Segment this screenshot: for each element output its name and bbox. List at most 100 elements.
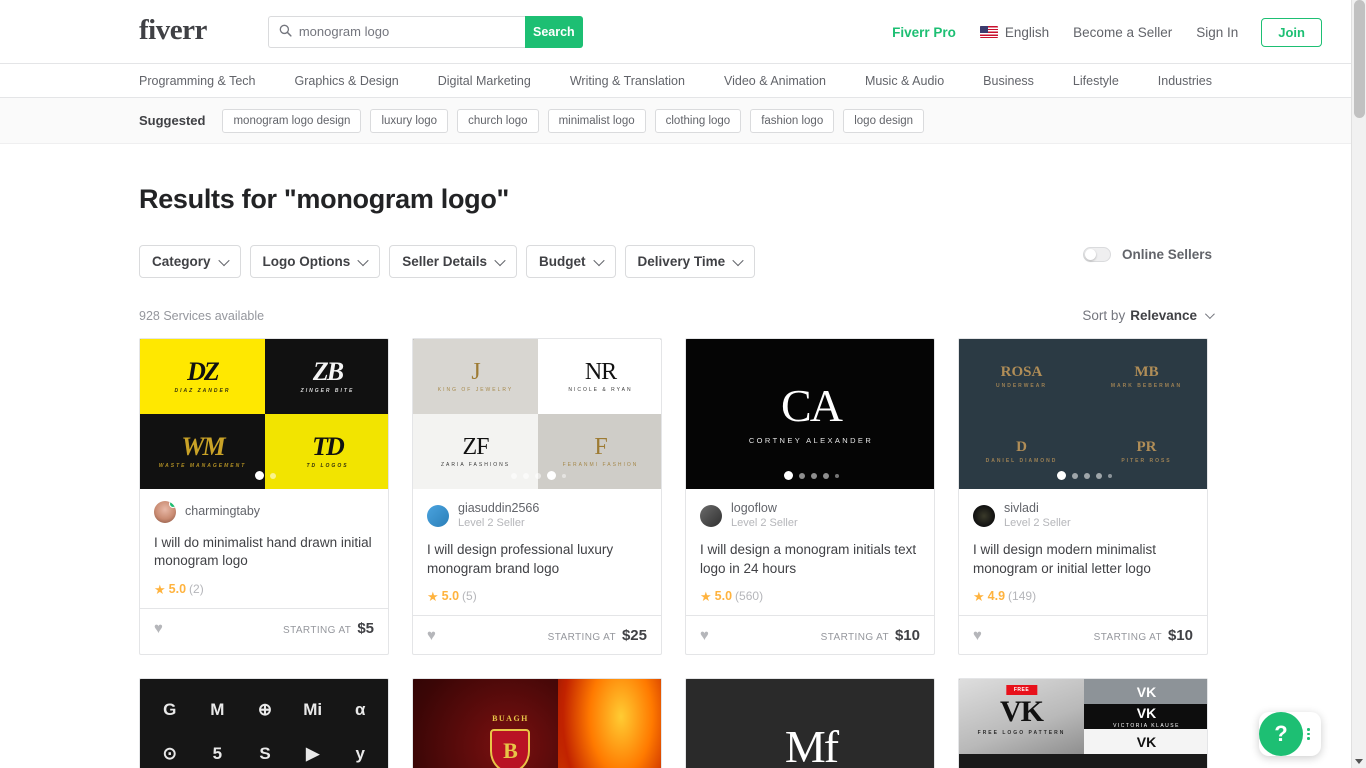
online-sellers-control[interactable]: Online Sellers [1082,247,1212,262]
gig-artwork: CA Cortney Alexander [686,339,934,489]
scroll-down-arrow-icon[interactable] [1355,759,1363,764]
fiverr-logo[interactable]: fiverr [139,15,207,48]
gig-seller-name[interactable]: charmingtaby [185,504,260,520]
carousel-dot[interactable] [1107,473,1112,478]
category-nav-item[interactable]: Business [983,74,1034,88]
carousel-dots[interactable] [413,471,661,480]
gig-seller-name[interactable]: giasuddin2566 [458,501,539,517]
carousel-dot[interactable] [269,472,276,479]
gig-card[interactable]: ROSA Underwear MB Mark Beberman D Daniel Diam… [958,338,1208,656]
gig-seller-name[interactable]: logoflow [731,501,798,517]
search-input-wrapper[interactable] [267,15,525,48]
gig-card[interactable]: VK Free Logo Pattern FREE VK VK Victoria Klau… [958,678,1208,768]
carousel-dot[interactable] [783,471,793,480]
carousel-dots[interactable] [686,471,934,480]
gig-artwork-mark: MfMillie or Faks [784,720,839,768]
gig-image-carousel[interactable]: DZ Diaz Zander ZB Zinger Bite WM Waste Manage… [140,339,388,489]
carousel-dot[interactable] [561,473,566,478]
category-nav-item[interactable]: Music & Audio [865,74,944,88]
gig-image-carousel[interactable]: GM⊕Miα⊙5S▶yPSBERVOBbCS [140,679,388,768]
carousel-dot[interactable] [510,472,517,479]
suggested-chip[interactable]: luxury logo [370,108,449,133]
carousel-dot[interactable] [1095,472,1102,479]
gig-seller[interactable]: charmingtaby [154,501,374,523]
gig-price-label: STARTING AT [1093,631,1162,643]
filter-button-category[interactable]: Category [139,245,241,278]
become-a-seller-link[interactable]: Become a Seller [1061,25,1184,40]
category-nav-item[interactable]: Programming & Tech [139,74,256,88]
suggested-chip[interactable]: clothing logo [654,108,742,133]
category-nav-item[interactable]: Video & Animation [724,74,826,88]
carousel-dot[interactable] [810,472,817,479]
carousel-dot[interactable] [1083,472,1090,479]
gig-title[interactable]: I will design a monogram initials text l… [700,541,920,578]
page-scrollbar[interactable] [1351,0,1366,768]
gig-card[interactable]: MfMillie or Faks [685,678,935,768]
fiverr-pro-link[interactable]: Fiverr Pro [880,25,968,40]
carousel-dot[interactable] [1056,471,1066,480]
heart-icon[interactable]: ♥ [154,620,163,637]
suggested-chip[interactable]: fashion logo [750,108,835,133]
search-button[interactable]: Search [524,15,583,48]
carousel-dot[interactable] [822,472,829,479]
carousel-dot[interactable] [254,471,264,480]
gig-image-carousel[interactable]: CA Cortney Alexander [686,339,934,489]
carousel-dot[interactable] [1071,472,1078,479]
carousel-dot[interactable] [522,472,529,479]
suggested-chip[interactable]: minimalist logo [547,108,646,133]
gig-card[interactable]: DZ Diaz Zander ZB Zinger Bite WM Waste Manage… [139,338,389,656]
sign-in-link[interactable]: Sign In [1184,25,1250,40]
gig-card[interactable]: BUAGHBServiendo Guberno [412,678,662,768]
category-nav-item[interactable]: Graphics & Design [295,74,399,88]
category-nav-item[interactable]: Industries [1158,74,1212,88]
sort-by-prefix: Sort by [1082,308,1126,323]
gig-image-carousel[interactable]: MfMillie or Faks [686,679,934,768]
heart-icon[interactable]: ♥ [427,627,436,644]
filter-button-logo-options[interactable]: Logo Options [249,245,381,278]
gig-seller[interactable]: sivladi Level 2 Seller [973,501,1193,530]
gig-image-carousel[interactable]: VK Free Logo Pattern FREE VK VK Victoria Klau… [959,679,1207,768]
filter-button-seller-details[interactable]: Seller Details [389,245,518,278]
join-button[interactable]: Join [1261,17,1322,47]
gig-title[interactable]: I will design professional luxury monogr… [427,541,647,578]
suggested-chip[interactable]: logo design [843,108,925,133]
gig-card[interactable]: CA Cortney Alexander logoflow Level 2 Selle… [685,338,935,656]
gig-image-carousel[interactable]: BUAGHBServiendo Guberno [413,679,661,768]
filter-button-label: Logo Options [262,254,351,269]
help-widget[interactable]: ? [1259,712,1321,756]
gig-title[interactable]: I will design modern minimalist monogram… [973,541,1193,578]
gig-card[interactable]: J King of Jewelry NR Nicole & Ryan ZF Zaria F… [412,338,662,656]
gig-image-carousel[interactable]: ROSA Underwear MB Mark Beberman D Daniel Diam… [959,339,1207,489]
gig-artwork: GM⊕Miα⊙5S▶yPSBERVOBbCS [140,679,388,768]
filter-button-budget[interactable]: Budget [526,245,616,278]
question-mark-icon[interactable]: ? [1259,712,1303,756]
gig-card[interactable]: GM⊕Miα⊙5S▶yPSBERVOBbCS [139,678,389,768]
category-nav-item[interactable]: Writing & Translation [570,74,685,88]
gig-title[interactable]: I will do minimalist hand drawn initial … [154,534,374,571]
gig-seller[interactable]: giasuddin2566 Level 2 Seller [427,501,647,530]
carousel-dots[interactable] [140,471,388,480]
category-nav-item[interactable]: Digital Marketing [438,74,531,88]
help-more-options-icon[interactable] [1307,728,1310,740]
language-selector[interactable]: English [968,25,1061,40]
filter-button-delivery-time[interactable]: Delivery Time [624,245,756,278]
carousel-dot[interactable] [546,471,556,480]
gig-review-count: (5) [462,589,477,604]
gig-seller[interactable]: logoflow Level 2 Seller [700,501,920,530]
carousel-dot[interactable] [534,472,541,479]
gig-image-carousel[interactable]: J King of Jewelry NR Nicole & Ryan ZF Zaria F… [413,339,661,489]
gig-seller-name[interactable]: sivladi [1004,501,1071,517]
category-nav-item[interactable]: Lifestyle [1073,74,1119,88]
suggested-chip[interactable]: monogram logo design [222,108,362,133]
sort-by-dropdown[interactable]: Sort by Relevance [1082,308,1215,323]
avatar [154,501,176,523]
carousel-dot[interactable] [834,473,839,478]
heart-icon[interactable]: ♥ [700,627,709,644]
online-sellers-toggle[interactable] [1082,247,1111,262]
carousel-dot[interactable] [798,472,805,479]
scrollbar-thumb[interactable] [1354,0,1365,118]
carousel-dots[interactable] [959,471,1207,480]
heart-icon[interactable]: ♥ [973,627,982,644]
search-input[interactable] [298,24,517,39]
suggested-chip[interactable]: church logo [457,108,539,133]
